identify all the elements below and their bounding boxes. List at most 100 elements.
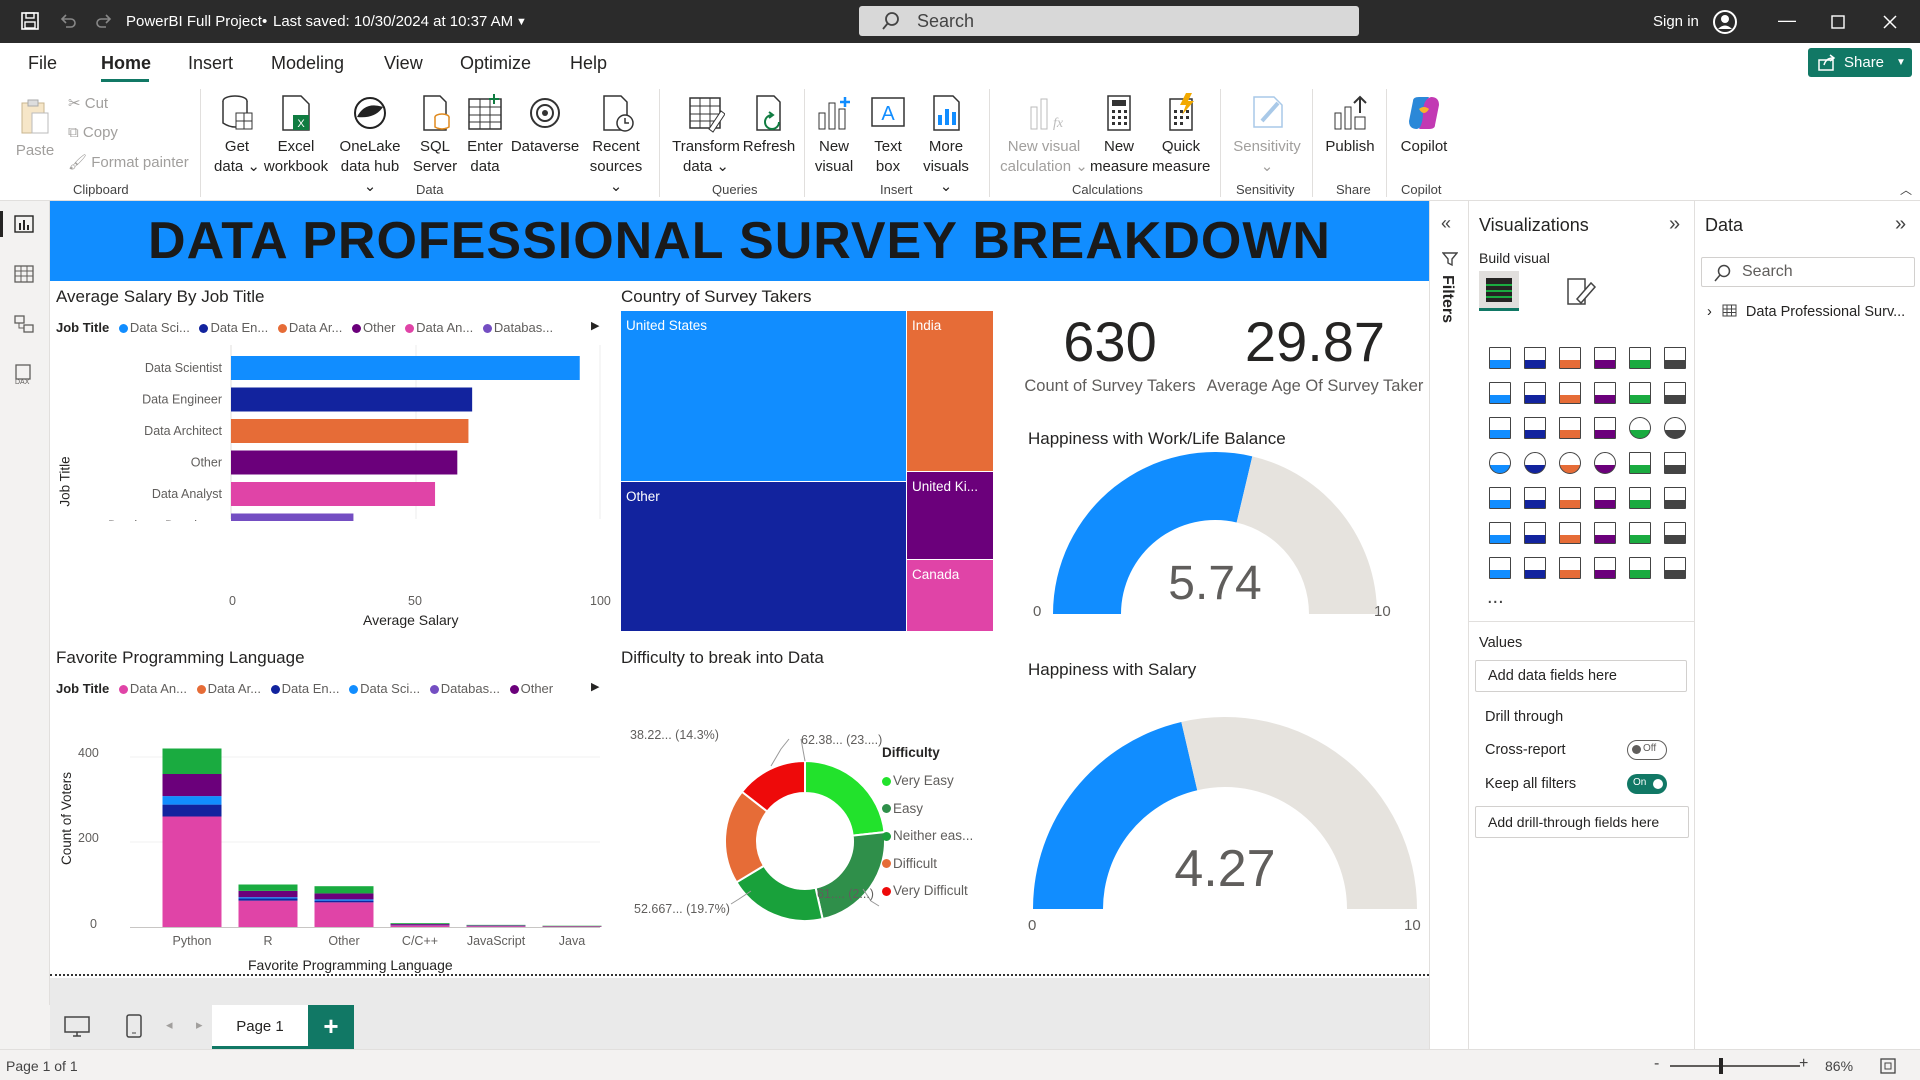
refresh-button[interactable]: Refresh <box>742 93 796 157</box>
undo-icon[interactable] <box>58 11 78 31</box>
report-view-icon[interactable] <box>14 215 34 233</box>
area-chart-icon[interactable] <box>1524 382 1546 404</box>
arrow-chevron-icon[interactable] <box>1664 557 1686 579</box>
legend-next-arrow-icon[interactable]: ▶ <box>591 680 599 693</box>
more-visuals-ellipsis[interactable]: ... <box>1487 586 1504 609</box>
waterfall-icon[interactable] <box>1524 417 1546 439</box>
legend-next-arrow-icon[interactable]: ▶ <box>591 319 599 332</box>
card-icon[interactable] <box>1664 452 1686 474</box>
legend-item[interactable]: Data En... <box>282 681 340 696</box>
legend-item[interactable]: Data Sci... <box>360 681 420 696</box>
gauge-icon[interactable] <box>1629 452 1651 474</box>
table-view-icon[interactable] <box>14 265 34 283</box>
legend-item[interactable]: Very Difficult <box>882 877 973 905</box>
legend-item[interactable]: Other <box>363 320 396 335</box>
new-card-icon[interactable] <box>1524 557 1546 579</box>
transform-data-button[interactable]: Transform data ⌄ <box>670 93 742 177</box>
model-view-icon[interactable] <box>14 314 34 334</box>
new-visual-button[interactable]: New visual <box>814 93 854 177</box>
new-measure-button[interactable]: New measure <box>1090 93 1148 177</box>
stacked-column-icon[interactable] <box>1524 347 1546 369</box>
zoom-slider-thumb[interactable] <box>1719 1058 1723 1074</box>
dax-query-view-icon[interactable]: DAX <box>13 363 35 385</box>
maximize-button[interactable] <box>1831 15 1845 29</box>
menu-insert[interactable]: Insert <box>188 53 233 74</box>
legend-item[interactable]: Data An... <box>130 681 187 696</box>
add-drill-through-well[interactable]: Add drill-through fields here <box>1475 806 1689 838</box>
legend-item[interactable]: Databas... <box>441 681 500 696</box>
100-column-icon[interactable] <box>1664 347 1686 369</box>
legend-item[interactable]: Data Ar... <box>208 681 261 696</box>
power-apps-icon[interactable] <box>1594 557 1616 579</box>
decomposition-tree-icon[interactable] <box>1559 522 1581 544</box>
search-box[interactable]: Search <box>859 6 1359 36</box>
save-icon[interactable] <box>20 11 40 31</box>
copilot-button[interactable]: Copilot <box>1396 93 1452 157</box>
legend-item[interactable]: Data En... <box>210 320 268 335</box>
expand-filters-icon[interactable]: « <box>1441 213 1451 234</box>
collapse-viz-icon[interactable]: » <box>1669 213 1680 236</box>
collapse-ribbon-icon[interactable]: ︿ <box>1900 181 1912 198</box>
get-data-button[interactable]: Get data ⌄ <box>212 93 262 177</box>
cut-button[interactable]: ✂ Cut <box>68 94 108 114</box>
redo-icon[interactable] <box>94 11 114 31</box>
legend-item[interactable]: Other <box>521 681 554 696</box>
dataverse-button[interactable]: Dataverse <box>510 93 580 157</box>
sensitivity-button[interactable]: Sensitivity ⌄ <box>1230 93 1304 177</box>
key-influencers-icon[interactable] <box>1524 522 1546 544</box>
next-page-icon[interactable]: ▸ <box>196 1017 203 1033</box>
zoom-out-button[interactable]: - <box>1654 1055 1659 1073</box>
100-area-icon[interactable] <box>1594 382 1616 404</box>
publish-button[interactable]: Publish <box>1322 93 1378 157</box>
more-visuals-button[interactable]: More visuals ⌄ <box>916 93 976 197</box>
build-visual-tab[interactable] <box>1479 271 1519 311</box>
data-table-item[interactable]: › Data Professional Surv... <box>1707 304 1905 320</box>
table-visual-icon[interactable] <box>1594 487 1616 509</box>
legend-item[interactable]: Very Easy <box>882 767 973 795</box>
enter-data-button[interactable]: Enter data <box>462 93 508 177</box>
azure-map-icon[interactable] <box>1594 452 1616 474</box>
add-page-button[interactable]: + <box>308 1005 354 1049</box>
r-visual-icon[interactable] <box>1664 487 1686 509</box>
kpi-icon[interactable] <box>1524 487 1546 509</box>
desktop-layout-icon[interactable] <box>64 1016 90 1038</box>
matrix-icon[interactable] <box>1629 487 1651 509</box>
collapse-data-icon[interactable]: » <box>1895 213 1906 236</box>
donut-icon[interactable] <box>1664 417 1686 439</box>
menu-modeling[interactable]: Modeling <box>271 53 344 74</box>
paginated-icon[interactable] <box>1489 557 1511 579</box>
zoom-slider[interactable] <box>1670 1065 1800 1067</box>
treemap-icon[interactable] <box>1489 452 1511 474</box>
legend-item[interactable]: Neither eas... <box>882 822 973 850</box>
button-slicer-icon[interactable] <box>1559 557 1581 579</box>
menu-home[interactable]: Home <box>101 53 151 74</box>
slicer-icon[interactable] <box>1559 487 1581 509</box>
filters-pane[interactable]: « Filters <box>1429 201 1468 1049</box>
power-automate-icon[interactable] <box>1629 557 1651 579</box>
line-column-icon[interactable] <box>1629 382 1651 404</box>
add-data-fields-well[interactable]: Add data fields here <box>1475 660 1687 692</box>
sign-in-link[interactable]: Sign in <box>1653 13 1699 30</box>
page-tab-1[interactable]: Page 1 <box>212 1005 308 1049</box>
100-bar-icon[interactable] <box>1629 347 1651 369</box>
clustered-bar-icon[interactable] <box>1559 347 1581 369</box>
legend-item[interactable]: Difficult <box>882 850 973 878</box>
qa-icon[interactable] <box>1594 522 1616 544</box>
chevron-right-icon[interactable]: › <box>1707 304 1712 320</box>
title-dropdown-icon[interactable]: ▼ <box>516 16 527 28</box>
new-visual-calculation-button[interactable]: fx New visual calculation ⌄ <box>998 93 1090 177</box>
legend-item[interactable]: Data Ar... <box>289 320 342 335</box>
previous-page-icon[interactable]: ◂ <box>166 1017 173 1033</box>
menu-file[interactable]: File <box>28 53 57 74</box>
pie-icon[interactable] <box>1629 417 1651 439</box>
python-visual-icon[interactable] <box>1489 522 1511 544</box>
ribbon-chart-icon[interactable] <box>1489 417 1511 439</box>
account-icon[interactable] <box>1712 9 1738 35</box>
menu-view[interactable]: View <box>384 53 423 74</box>
cross-report-toggle[interactable]: Off <box>1627 740 1667 760</box>
clustered-column-icon[interactable] <box>1594 347 1616 369</box>
recent-sources-button[interactable]: Recent sources ⌄ <box>585 93 647 197</box>
filled-map-icon[interactable] <box>1559 452 1581 474</box>
format-painter-button[interactable]: 🖌 Format painter <box>68 153 189 173</box>
excel-workbook-button[interactable]: X Excel workbook <box>262 93 330 177</box>
